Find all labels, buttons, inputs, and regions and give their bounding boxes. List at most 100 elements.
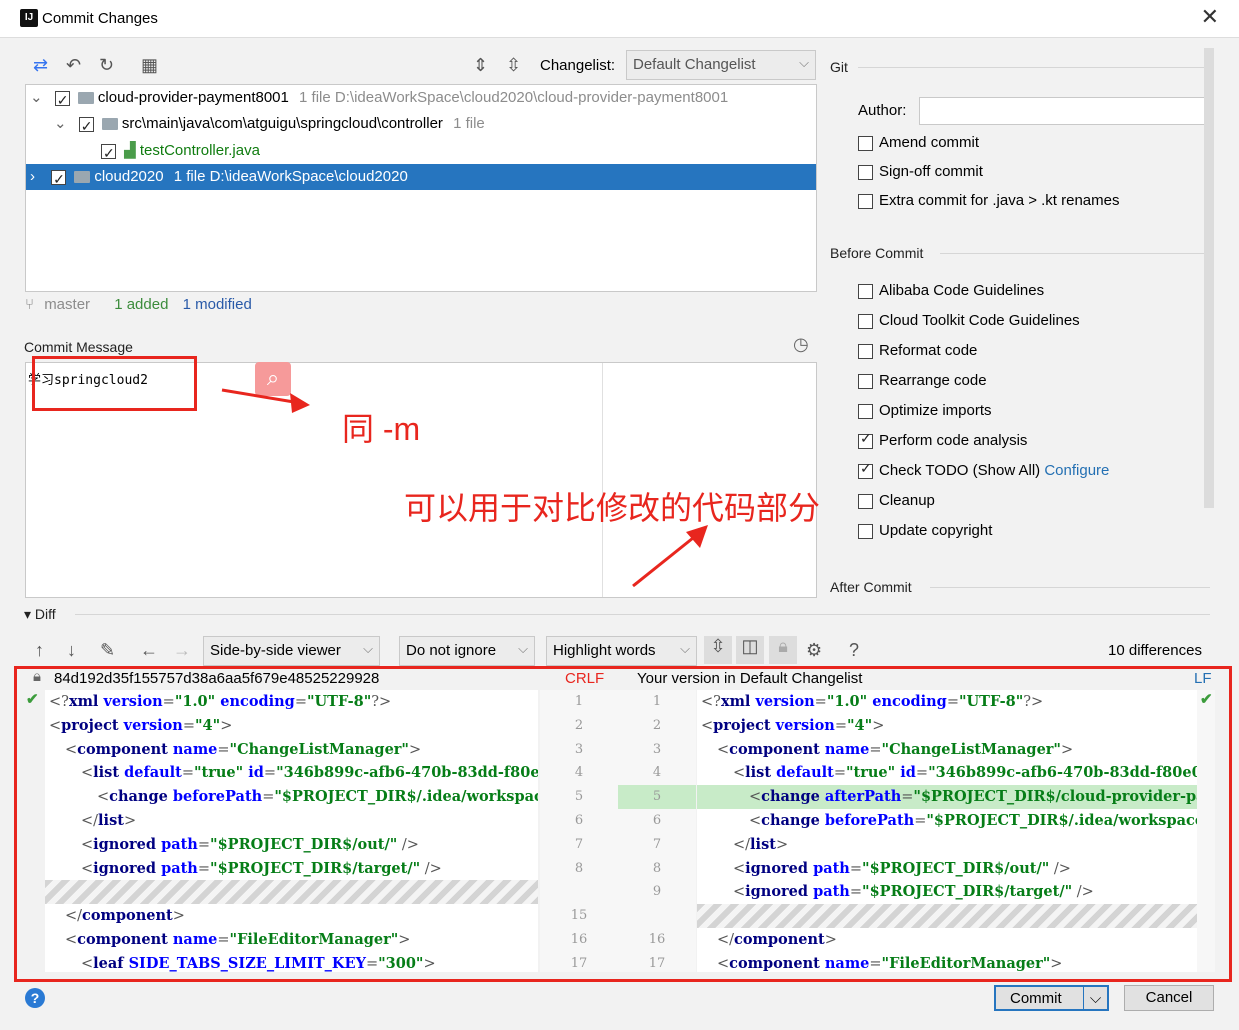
right-margin-line: [602, 363, 603, 597]
checkbox[interactable]: [858, 193, 873, 209]
before-commit-option[interactable]: Optimize imports: [858, 402, 992, 419]
changes-tree[interactable]: ⌄ cloud-provider-payment8001 1 file D:\i…: [25, 84, 817, 292]
checkbox[interactable]: [78, 113, 94, 139]
sync-scroll-icon[interactable]: ◫: [736, 636, 764, 664]
chevron-down-icon[interactable]: ⌄: [54, 115, 67, 132]
branch-name: master: [44, 296, 91, 313]
tree-row-cloud2020[interactable]: › cloud2020 1 file D:\ideaWorkSpace\clou…: [26, 164, 816, 192]
option-label: Cleanup: [879, 492, 935, 509]
option-label: Sign-off commit: [879, 163, 983, 180]
refresh-icon[interactable]: ↻: [99, 55, 114, 76]
annotation-arrow: [221, 388, 310, 413]
history-icon[interactable]: ◷: [793, 334, 809, 355]
forward-arrow-icon[interactable]: →: [173, 640, 191, 661]
checkbox[interactable]: [858, 460, 873, 479]
checkbox[interactable]: [858, 493, 873, 509]
folder-icon: [101, 118, 118, 131]
option-label: Perform code analysis: [879, 432, 1028, 449]
commit-button[interactable]: Commit ⌵: [994, 985, 1109, 1011]
git-section-title: Git: [830, 59, 848, 75]
before-commit-option[interactable]: Rearrange code: [858, 372, 987, 389]
checkbox[interactable]: [858, 135, 873, 151]
checkbox[interactable]: [858, 313, 873, 329]
before-commit-option[interactable]: Check TODO (Show All) Configure: [858, 460, 1109, 479]
before-commit-option[interactable]: Cloud Toolkit Code Guidelines: [858, 312, 1080, 329]
lock-icon[interactable]: 🔒︎: [769, 636, 797, 664]
help-icon[interactable]: ?: [25, 988, 45, 1008]
help-icon[interactable]: ?: [849, 640, 859, 661]
option-label: Amend commit: [879, 134, 980, 151]
expand-all-icon[interactable]: ⇕: [473, 55, 488, 76]
checkbox[interactable]: [51, 166, 67, 192]
chevron-right-icon[interactable]: ›: [30, 168, 35, 185]
tree-row-info: 1 file D:\ideaWorkSpace\cloud2020: [173, 168, 408, 185]
before-commit-option[interactable]: Alibaba Code Guidelines: [858, 282, 1044, 299]
next-difference-icon[interactable]: ↓: [67, 640, 76, 661]
checkbox[interactable]: [101, 140, 116, 166]
divider: [930, 587, 1210, 588]
option-label: Cloud Toolkit Code Guidelines: [879, 312, 1080, 329]
tree-row-module[interactable]: ⌄ cloud-provider-payment8001 1 file D:\i…: [26, 85, 816, 113]
checkbox[interactable]: [858, 283, 873, 299]
tree-row-label: testController.java: [139, 142, 260, 159]
tree-row-package[interactable]: ⌄ src\main\java\com\atguigu\springcloud\…: [26, 111, 816, 139]
added-count: 1 added: [114, 296, 169, 313]
close-icon[interactable]: ✕: [1201, 4, 1219, 30]
cancel-button[interactable]: Cancel: [1124, 985, 1214, 1011]
title-bar: IJ Commit Changes ✕: [0, 0, 1239, 38]
annotation-box: [32, 356, 197, 411]
option-label: Alibaba Code Guidelines: [879, 282, 1045, 299]
checkbox[interactable]: [858, 523, 873, 539]
option-label: Optimize imports: [879, 402, 992, 419]
gear-icon[interactable]: ⚙: [806, 640, 822, 661]
before-commit-option[interactable]: Cleanup: [858, 492, 935, 509]
extra-commit-checkbox[interactable]: Extra commit for .java > .kt renames: [858, 192, 1120, 209]
divider: [858, 67, 1210, 68]
option-label: Extra commit for .java > .kt renames: [879, 192, 1120, 209]
rollback-icon[interactable]: ↶: [66, 55, 81, 76]
vcs-status-line: ⑂ master 1 added 1 modified: [25, 296, 252, 313]
java-file-icon: ▟: [124, 142, 136, 159]
checkbox[interactable]: [54, 87, 70, 113]
changelist-select[interactable]: Default Changelist ⌵: [626, 50, 816, 80]
divider: [940, 253, 1210, 254]
chevron-down-icon[interactable]: ⌵: [1083, 987, 1107, 1011]
amend-commit-checkbox[interactable]: Amend commit: [858, 134, 979, 151]
highlight-select[interactable]: Highlight words ⌵: [546, 636, 697, 666]
viewer-select[interactable]: Side-by-side viewer ⌵: [203, 636, 380, 666]
author-input[interactable]: [919, 97, 1211, 125]
chevron-down-icon: ⌵: [680, 641, 690, 656]
before-commit-option[interactable]: Update copyright: [858, 522, 992, 539]
changelist-label: Changelist:: [540, 57, 616, 74]
before-commit-option[interactable]: Perform code analysis: [858, 430, 1028, 449]
checkbox[interactable]: [858, 373, 873, 389]
option-label: Rearrange code: [879, 372, 987, 389]
show-diff-icon[interactable]: ⇄: [33, 55, 48, 76]
sign-off-commit-checkbox[interactable]: Sign-off commit: [858, 163, 983, 180]
checkbox[interactable]: [858, 164, 873, 180]
checkbox[interactable]: [858, 343, 873, 359]
diff-section-toggle[interactable]: ▾ Diff: [24, 606, 56, 623]
tree-row-label: src\main\java\com\atguigu\springcloud\co…: [121, 115, 443, 132]
collapse-all-icon[interactable]: ⇳: [506, 55, 521, 76]
differences-count: 10 differences: [1108, 642, 1202, 659]
checkbox[interactable]: [858, 403, 873, 419]
previous-difference-icon[interactable]: ↑: [35, 640, 44, 661]
ignore-select[interactable]: Do not ignore ⌵: [399, 636, 535, 666]
back-arrow-icon[interactable]: ←: [140, 640, 158, 661]
collapse-unchanged-icon[interactable]: ⇳: [704, 636, 732, 664]
scrollbar[interactable]: [1204, 48, 1214, 508]
annotation-arrow: [632, 525, 708, 588]
before-commit-option[interactable]: Reformat code: [858, 342, 977, 359]
edit-icon[interactable]: ✎: [100, 640, 115, 661]
option-label: Reformat code: [879, 342, 978, 359]
tree-row-file[interactable]: ▟ testController.java: [26, 138, 816, 166]
group-by-icon[interactable]: ▦: [141, 55, 158, 76]
chevron-down-icon[interactable]: ⌄: [30, 89, 43, 106]
before-commit-title: Before Commit: [830, 245, 924, 261]
branch-icon: ⑂: [25, 296, 35, 313]
configure-link[interactable]: Configure: [1044, 462, 1109, 479]
annotation-text-m: 同 -m: [342, 411, 421, 447]
annotation-box: [14, 666, 1232, 982]
checkbox[interactable]: [858, 430, 873, 449]
